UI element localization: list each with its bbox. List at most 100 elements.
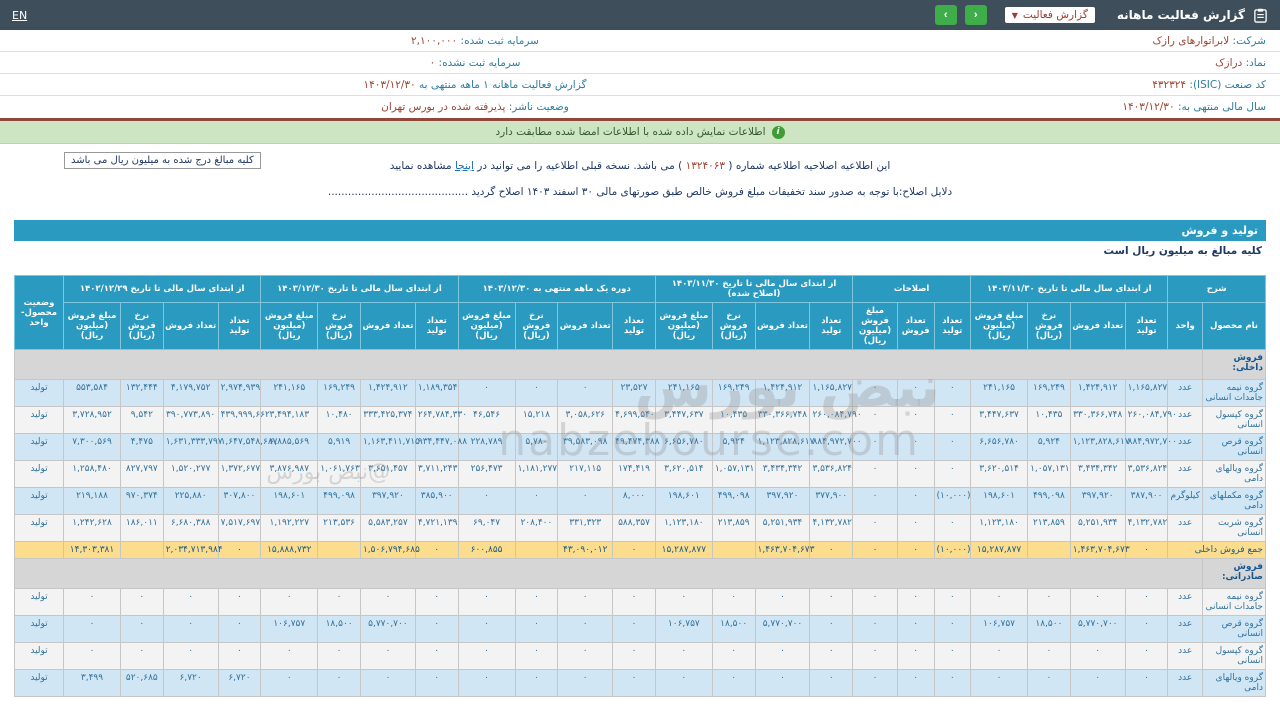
- value-cell: ۰: [1124, 669, 1169, 697]
- value-cell: ۳۹۷,۹۲۰: [359, 487, 416, 515]
- value-cell: ۳۷۷,۹۰۰: [809, 487, 854, 515]
- fiscal-year-label: سال مالی منتهی به:: [1177, 101, 1266, 113]
- value-cell: ۱,۴۶۳,۷۰۴,۶۷۳: [1069, 541, 1130, 559]
- column-header-g5-3: مبلغ فروش (میلیون ریال): [63, 302, 121, 350]
- column-header-g2-3: مبلغ فروش (میلیون ریال): [654, 302, 713, 350]
- value-cell: ۱۰,۴۸۰: [317, 406, 361, 434]
- product-name: گروه قرص انسانی: [1201, 433, 1267, 461]
- value-cell: ۰: [896, 460, 935, 488]
- company-name[interactable]: لابراتوارهای رازک: [1152, 35, 1229, 47]
- value-cell: ۱۰۶,۷۵۷: [654, 615, 713, 643]
- product-row: گروه ویالهای دامی عدد ۳,۵۳۶,۸۲۴ ۳,۴۳۴,۳۴۲ ۱,…: [13, 460, 1267, 488]
- column-header-g4-1: تعداد فروش: [359, 302, 416, 350]
- amendment-reason: دلایل اصلاح:با توجه به صدور سند تخفیفات …: [327, 186, 953, 198]
- value-cell: ۰: [317, 588, 361, 616]
- column-header-g1-1: تعداد فروش: [1069, 302, 1126, 350]
- product-unit: عدد: [1167, 669, 1203, 697]
- value-cell: ۰: [217, 541, 262, 559]
- value-cell: ۶,۷۲۰: [217, 669, 262, 697]
- section-label: فروش صادراتی:: [1201, 558, 1267, 589]
- next-report-button[interactable]: ‹: [964, 5, 987, 25]
- product-row: گروه کپسول انسانی عدد ۲۶۰,۰۸۴,۷۹۰ ۳۳۰,۳۶۶,۷…: [13, 406, 1267, 434]
- value-cell: ۴,۱۳۲,۷۸۲: [1124, 514, 1169, 542]
- value-cell: ۱۳۲,۴۴۴: [119, 379, 164, 407]
- value-cell: ۰: [933, 406, 972, 434]
- section-filler: [14, 349, 1203, 380]
- column-header-product-status: وضعیت محصول- واحد: [13, 275, 65, 350]
- column-header-g2-1: تعداد فروش: [754, 302, 811, 350]
- value-cell: ۰: [260, 588, 319, 616]
- product-status: تولید: [13, 642, 65, 670]
- value-cell: ۱۰,۴۳۵: [711, 406, 756, 434]
- value-cell: ۰: [933, 460, 972, 488]
- report-period-label: گزارش فعالیت ماهانه ۱ ماهه منتهی به: [419, 78, 587, 91]
- value-cell: ۳,۵۳۶,۸۲۴: [809, 460, 854, 488]
- column-header-adj-1: تعداد فروش: [896, 302, 935, 350]
- value-cell: ۱,۴۲۴,۹۱۲: [754, 379, 811, 407]
- header-row-isic: کد صنعت (ISIC): ۴۳۲۳۲۴ گزارش فعالیت ماها…: [0, 74, 1280, 96]
- english-language-link[interactable]: EN: [12, 9, 27, 22]
- product-name: گروه مکملهای دامی: [1201, 487, 1267, 515]
- product-row: گروه نیمه جامدات انسانی عدد ۰ ۰ ۰ ۰ ۰ ۰ ۰ ۰ ۰ ۰ ۰ ۰ ۰ ۰…: [13, 588, 1267, 616]
- value-cell: ۱۵,۲۸۷,۸۷۷: [970, 541, 1029, 559]
- value-cell: ۳,۴۹۹: [63, 669, 121, 697]
- value-cell: [317, 541, 361, 559]
- value-cell: ۸۲۷,۷۹۷: [119, 460, 164, 488]
- info-icon: i: [771, 125, 785, 139]
- value-cell: ۰: [1124, 615, 1169, 643]
- value-cell: ۰: [119, 642, 164, 670]
- value-cell: [119, 541, 164, 559]
- value-cell: ۰: [933, 379, 972, 407]
- column-header-g4-0: تعداد تولید: [414, 302, 459, 350]
- value-cell: ۰: [809, 541, 854, 559]
- value-cell: ۱۷۴,۴۱۹: [612, 460, 656, 488]
- value-cell: ۰: [852, 460, 898, 488]
- value-cell: ۰: [359, 588, 416, 616]
- value-cell: ۰: [896, 588, 935, 616]
- value-cell: ۰: [809, 642, 854, 670]
- value-cell: ۶۰۰,۸۵۵: [457, 541, 516, 559]
- value-cell: ۰: [933, 433, 972, 461]
- prev-report-button[interactable]: ›: [934, 5, 957, 25]
- value-cell: ۰: [514, 487, 559, 515]
- value-cell: ۳,۰۵۸,۶۲۶: [557, 406, 614, 434]
- value-cell: ۰: [260, 669, 319, 697]
- value-cell: ۰: [896, 669, 935, 697]
- value-cell: ۱۸,۵۰۰: [317, 615, 361, 643]
- value-cell: ۰: [359, 669, 416, 697]
- value-cell: ۰: [612, 615, 656, 643]
- value-cell: ۲۲۵,۸۸۰: [162, 487, 219, 515]
- value-cell: ۴۳,۰۹۰,۰۱۲: [557, 541, 614, 559]
- value-cell: ۳,۵۳۶,۸۲۴: [1124, 460, 1169, 488]
- value-cell: ۰: [557, 669, 614, 697]
- amendment-note-text2: ) می باشد. نسخه قبلی اطلاعیه را می توانی…: [473, 160, 686, 172]
- signature-match-banner: i اطلاعات نمایش داده شده با اطلاعات امضا…: [0, 121, 1280, 144]
- value-cell: (۱۰,۰۰۰): [933, 487, 972, 515]
- value-cell: ۰: [317, 669, 361, 697]
- value-cell: ۰: [63, 642, 121, 670]
- column-header-adj-0: تعداد تولید: [933, 302, 972, 350]
- product-status: تولید: [13, 460, 65, 488]
- value-cell: ۱,۶۴۷,۵۴۸,۶۸۷: [217, 433, 278, 461]
- value-cell: ۰: [359, 642, 416, 670]
- product-status: تولید: [13, 514, 65, 542]
- value-cell: ۱۰,۴۳۵: [1027, 406, 1071, 434]
- value-cell: ۰: [514, 669, 559, 697]
- value-cell: ۰: [1027, 588, 1071, 616]
- previous-version-link[interactable]: اینجا: [455, 160, 474, 172]
- chevron-down-icon: ▼: [1011, 10, 1018, 20]
- report-header: شرکت: لابراتوارهای رازک سرمایه ثبت شده: …: [0, 30, 1280, 121]
- product-name: گروه کپسول انسانی: [1201, 642, 1267, 670]
- report-type-dropdown[interactable]: گزارش فعالیت ▼: [1004, 7, 1095, 23]
- value-cell: ۰: [260, 642, 319, 670]
- value-cell: ۳۹۷,۹۲۰: [754, 487, 811, 515]
- clipboard-icon: [1254, 8, 1267, 23]
- value-cell: ۹۷۰,۳۷۴: [119, 487, 164, 515]
- value-cell: ۵,۷۸۰: [514, 433, 559, 461]
- product-name: گروه ویالهای دامی: [1201, 460, 1267, 488]
- value-cell: ۷,۵۱۷,۶۹۷: [217, 514, 262, 542]
- value-cell: (۱۰,۰۰۰): [933, 541, 972, 559]
- column-group-adj: اصلاحات: [852, 275, 972, 303]
- value-cell: ۰: [933, 588, 972, 616]
- value-cell: ۳۹,۵۸۳,۰۹۸: [557, 433, 614, 461]
